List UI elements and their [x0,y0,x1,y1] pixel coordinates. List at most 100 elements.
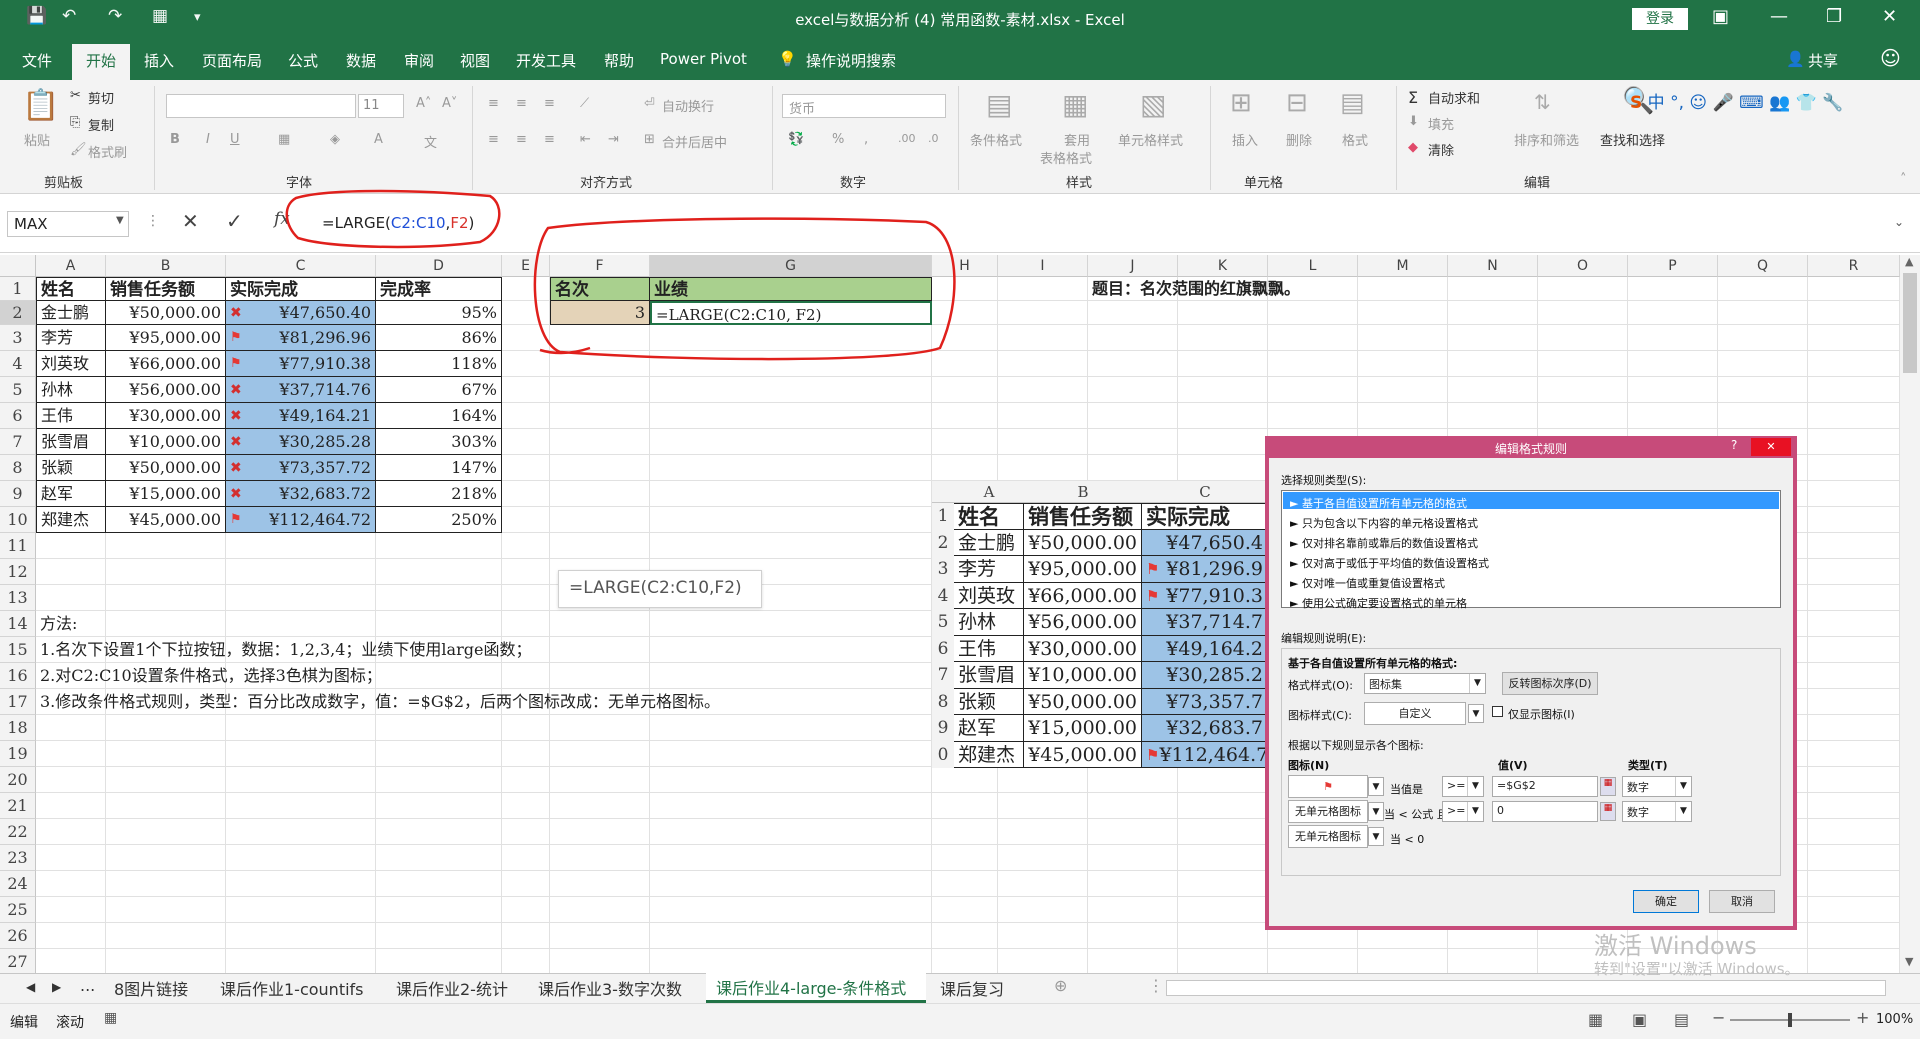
accounting-icon[interactable]: 💱 [788,132,804,147]
wrap-text-icon[interactable]: ⏎ [644,96,655,111]
table-header-D[interactable]: 完成率 [376,277,502,301]
add-sheet-icon[interactable]: ⊕ [1054,976,1067,995]
table-row-rate[interactable]: 95% [376,301,502,325]
row-header-20[interactable]: 20 [0,767,36,793]
ime-user-icon[interactable]: 👥 [1769,93,1790,113]
row-header-19[interactable]: 19 [0,741,36,767]
row-header-13[interactable]: 13 [0,585,36,611]
maximize-icon[interactable]: ❐ [1826,6,1842,27]
row-header-26[interactable]: 26 [0,923,36,949]
ime-punct-icon[interactable]: °, [1670,93,1684,113]
close-icon[interactable]: ✕ [1882,6,1897,27]
table-row-name[interactable]: 张颖 [36,455,106,481]
align-middle-icon[interactable]: ≡ [516,96,527,111]
icon-style-select[interactable]: 自定义 [1364,702,1466,725]
scroll-right-icon[interactable]: ▶ [52,980,61,994]
row1-value-input[interactable]: =$G$2 [1492,776,1598,797]
indent-increase-icon[interactable]: ⇥ [608,132,619,147]
table-row-rate[interactable]: 164% [376,403,502,429]
number-format-box[interactable]: 货币 [782,94,946,118]
align-left-icon[interactable]: ≡ [488,132,499,147]
table-row-actual[interactable]: ✖ ¥49,164.21 [226,403,376,429]
table-row-actual[interactable]: ⚑ ¥81,296.96 [226,325,376,351]
table-header-A[interactable]: 姓名 [36,277,106,301]
autosum-button[interactable]: 自动求和 [1428,88,1480,107]
page-layout-view-icon[interactable]: ▣ [1632,1010,1647,1029]
row2-value-input[interactable]: 0 [1492,801,1598,822]
tab-power-pivot[interactable]: Power Pivot [660,50,747,68]
share-button[interactable]: 共享 [1808,50,1838,71]
fill-button[interactable]: 填充 [1428,114,1454,133]
comma-icon[interactable]: , [864,132,868,147]
rule-type-item[interactable]: ► 仅对唯一值或重复值设置格式 [1290,575,1445,591]
zoom-slider-thumb[interactable] [1788,1013,1792,1027]
table-row-name[interactable]: 王伟 [36,403,106,429]
row-header-1[interactable]: 1 [0,277,36,301]
row-header-27[interactable]: 27 [0,949,36,975]
table-row-actual[interactable]: ⚑ ¥77,910.38 [226,351,376,377]
column-header-O[interactable]: O [1538,255,1628,277]
align-bottom-icon[interactable]: ≡ [544,96,555,111]
row-header-4[interactable]: 4 [0,351,36,377]
row-header-14[interactable]: 14 [0,611,36,637]
table-row-task[interactable]: ¥56,000.00 [106,377,226,403]
ime-toolbar[interactable]: S 中 °, ☺ 🎤 ⌨ 👥 👕 🔧 [1630,88,1870,116]
zoom-in-icon[interactable]: + [1856,1008,1869,1027]
row1-operator[interactable]: >= ▼ [1442,776,1484,797]
table-row-rate[interactable]: 67% [376,377,502,403]
ime-emoji-icon[interactable]: ☺ [1689,93,1707,113]
sort-filter-icon[interactable]: ⇅ [1534,90,1551,114]
column-header-L[interactable]: L [1268,255,1358,277]
scroll-up-icon[interactable]: ▲ [1905,255,1913,268]
enter-icon[interactable]: ✓ [226,209,243,233]
merge-icon[interactable]: ⊞ [644,132,655,147]
tab-developer[interactable]: 开发工具 [516,50,576,71]
row-header-15[interactable]: 15 [0,637,36,663]
row2-type-select[interactable]: 数字 ▼ [1622,801,1692,822]
tab-page-layout[interactable]: 页面布局 [202,50,262,71]
zoom-level[interactable]: 100% [1876,1012,1913,1027]
row-header-9[interactable]: 9 [0,481,36,507]
table-row-name[interactable]: 赵军 [36,481,106,507]
format-table-icon[interactable]: ▦ [1062,88,1088,121]
table-row-name[interactable]: 金士鹏 [36,301,106,325]
range-picker-icon[interactable]: ▦ [1600,777,1616,796]
format-table-button[interactable]: 套用 [1064,130,1090,149]
column-header-F[interactable]: F [550,255,650,277]
merge-center-button[interactable]: 合并后居中 [662,132,727,151]
zoom-out-icon[interactable]: − [1712,1008,1725,1027]
row-header-5[interactable]: 5 [0,377,36,403]
macro-record-icon[interactable]: ▦ [104,1010,117,1026]
minimize-icon[interactable]: — [1770,6,1788,27]
rank-value-cell[interactable]: 3 [550,301,650,325]
sogou-icon[interactable]: S [1630,93,1642,113]
reverse-icon-order-button[interactable]: 反转图标次序(D) [1502,672,1598,695]
login-button[interactable]: 登录 [1632,8,1688,30]
tab-file[interactable]: 文件 [22,50,52,71]
wrap-text-button[interactable]: 自动换行 [662,96,714,115]
icon1-select[interactable]: ⚑ [1288,775,1368,798]
conditional-format-button[interactable]: 条件格式 [970,130,1022,149]
table-row-task[interactable]: ¥50,000.00 [106,301,226,325]
find-select-button[interactable]: 查找和选择 [1600,130,1665,149]
table-row-rate[interactable]: 118% [376,351,502,377]
row-header-11[interactable]: 11 [0,533,36,559]
rank-header[interactable]: 名次 [550,277,650,301]
sheet-tab[interactable]: 课后作业3-数字次数 [538,976,682,1000]
format-cells-button[interactable]: 格式 [1342,130,1368,149]
range-picker-icon[interactable]: ▦ [1600,802,1616,821]
show-icon-only-checkbox[interactable] [1492,706,1503,717]
delete-cells-button[interactable]: 删除 [1286,130,1312,149]
row-header-23[interactable]: 23 [0,845,36,871]
column-header-K[interactable]: K [1178,255,1268,277]
formula-input[interactable]: =LARGE(C2:C10,F2) [318,211,1888,237]
row-header-10[interactable]: 10 [0,507,36,533]
active-formula-cell[interactable]: =LARGE(C2:C10, F2) [650,301,932,325]
underline-button[interactable]: U [230,132,240,147]
decrease-decimal-icon[interactable]: .0 [928,132,939,145]
clear-icon[interactable]: ◆ [1408,140,1418,155]
chevron-down-icon[interactable]: ▼ [1368,802,1384,821]
row-header-17[interactable]: 17 [0,689,36,715]
table-row-task[interactable]: ¥50,000.00 [106,455,226,481]
column-header-G[interactable]: G [650,255,932,277]
